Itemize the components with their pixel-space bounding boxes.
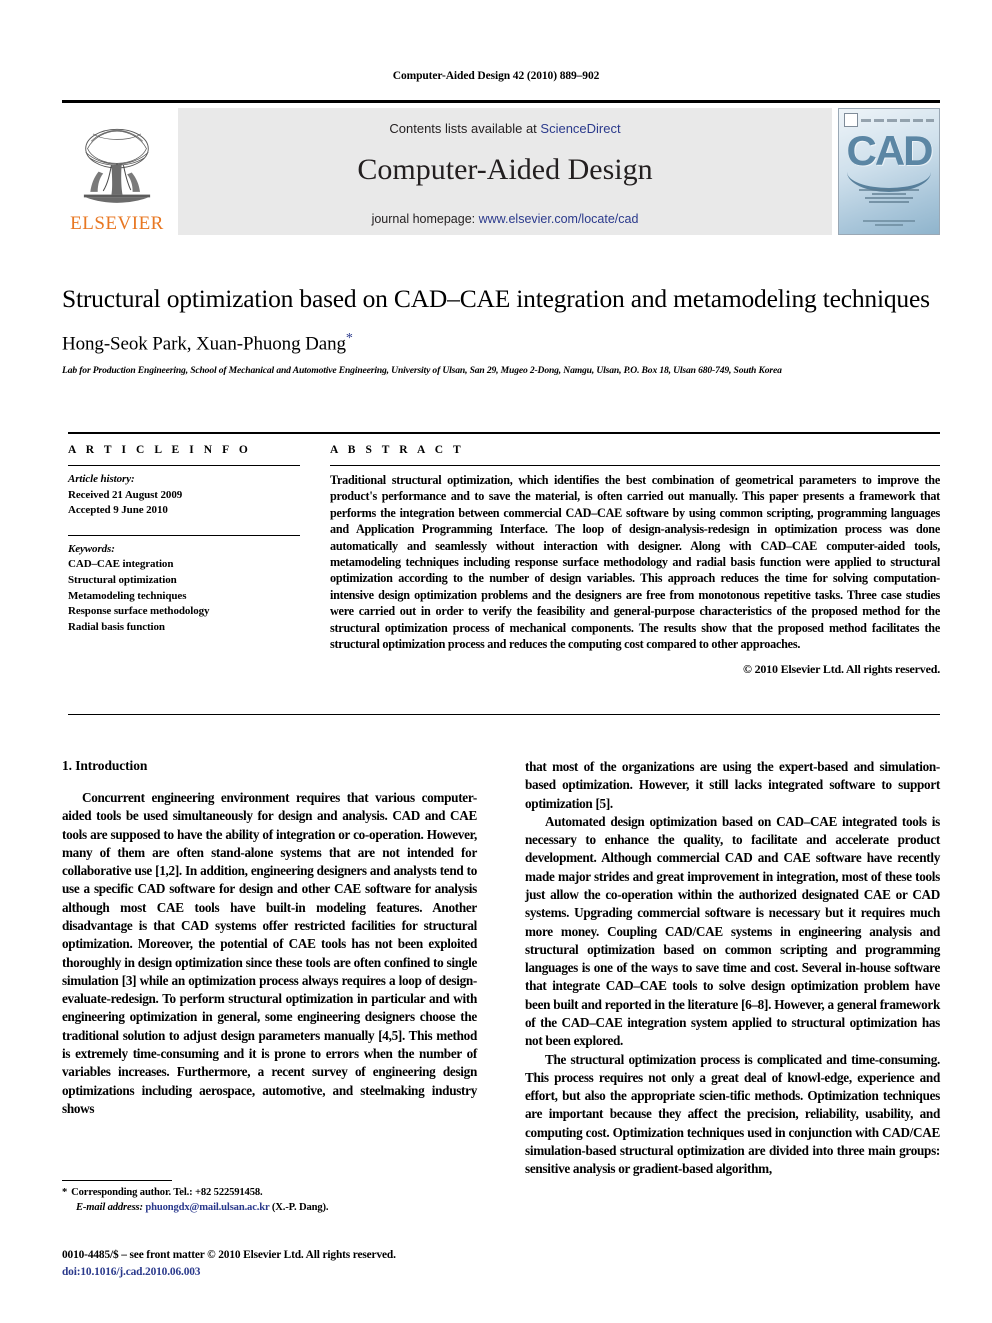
journal-banner: Contents lists available at ScienceDirec… [178,108,832,235]
footnote-email-suffix: (X.-P. Dang). [271,1201,329,1213]
article-history-received: Received 21 August 2009 [68,488,183,501]
abstract-copyright: © 2010 Elsevier Ltd. All rights reserved… [743,662,940,677]
article-info-label: A R T I C L E I N F O [68,444,252,456]
paragraph: that most of the organizations are using… [525,758,940,813]
paragraph: Automated design optimization based on C… [525,813,940,1051]
title-block: Structural optimization based on CAD–CAE… [62,283,940,378]
article-history-accepted: Accepted 9 June 2010 [68,504,168,517]
cover-elsevier-mark-icon [844,113,858,127]
keywords-group: Keywords: CAD–CAE integration Structural… [68,542,300,636]
body-column-left: 1. Introduction Concurrent engineering e… [62,758,477,1178]
contents-prefix: Contents lists available at [389,121,541,136]
footnote-corresponding-line: * Corresponding author. Tel.: +82 5225914… [62,1186,477,1201]
footnote-email-label: E-mail address: [76,1201,143,1213]
info-section-top-rule [68,432,940,434]
abstract-rule [330,465,940,466]
corresponding-author-marker: * [345,330,353,346]
body-columns: 1. Introduction Concurrent engineering e… [62,758,940,1178]
body-column-right: that most of the organizations are using… [525,758,940,1178]
info-abstract-row: A R T I C L E I N F O Article history: R… [68,444,940,677]
author-list: Hong-Seok Park, Xuan-Phuong Dang* [62,331,940,355]
section-heading-introduction: 1. Introduction [62,758,148,773]
affiliation: Lab for Production Engineering, School o… [62,364,782,376]
keyword-item: Response surface methodology [68,605,210,618]
running-head: Computer-Aided Design 42 (2010) 889–902 [392,70,600,82]
homepage-prefix: journal homepage: [371,212,479,226]
page-title: Structural optimization based on CAD–CAE… [62,284,930,313]
doi-link[interactable]: doi:10.1016/j.cad.2010.06.003 [62,1264,522,1281]
author-names: Hong-Seok Park, Xuan-Phuong Dang [62,332,346,354]
article-info-rule [68,465,300,466]
cover-subtitle-lines [839,189,939,205]
elsevier-logo: ELSEVIER [62,108,172,235]
keyword-item: Radial basis function [68,620,165,633]
footnote-rule [62,1180,172,1181]
abstract-label: A B S T R A C T [330,444,465,456]
article-history-group: Article history: Received 21 August 2009… [68,472,300,519]
keyword-item: Metamodeling techniques [68,589,187,602]
footnote-corresponding-text: Corresponding author. Tel.: +82 52259145… [71,1187,263,1198]
paper-page: Computer-Aided Design 42 (2010) 889–902 [0,0,992,1323]
homepage-url-link[interactable]: www.elsevier.com/locate/cad [479,212,639,226]
elsevier-tree-icon [83,128,151,203]
article-info-column: A R T I C L E I N F O Article history: R… [68,444,300,677]
cover-top-bar [844,113,934,127]
cover-footer-lines [839,220,939,228]
abstract-text: Traditional structural optimization, whi… [330,473,940,652]
keywords-label: Keywords: [68,542,115,555]
journal-cover-thumbnail: CAD [838,108,940,235]
imprint-block: 0010-4485/$ – see front matter © 2010 El… [62,1247,522,1280]
elsevier-wordmark: ELSEVIER [70,213,164,234]
paragraph-text: The structural optimization process is c… [525,1051,940,1177]
journal-title: Computer-Aided Design [357,153,653,186]
info-section-bottom-rule [68,714,940,715]
paragraph-text: Automated design optimization based on C… [525,813,940,1049]
abstract-column: A B S T R A C T Traditional structural o… [330,444,940,677]
paragraph: The structural optimization process is c… [525,1051,940,1179]
keyword-item: Structural optimization [68,574,177,587]
paragraph: Concurrent engineering environment requi… [62,789,477,1118]
keywords-rule [68,534,300,536]
footnote-marker: * [62,1187,68,1198]
footnote-block: * Corresponding author. Tel.: +82 5225914… [62,1186,477,1216]
footnote-email-line: E-mail address: phuongdx@mail.ulsan.ac.k… [62,1201,477,1216]
journal-homepage-line: journal homepage: www.elsevier.com/locat… [178,212,832,226]
paragraph-text: Concurrent engineering environment requi… [62,790,477,1116]
footnote-email-link[interactable]: phuongdx@mail.ulsan.ac.kr [145,1202,269,1213]
cover-cad-letters: CAD [846,127,934,174]
sciencedirect-link[interactable]: ScienceDirect [540,121,620,136]
article-history-label: Article history: [68,473,135,485]
journal-masthead: ELSEVIER Contents lists available at Sci… [62,100,940,235]
contents-available-line: Contents lists available at ScienceDirec… [178,121,832,136]
issn-line: 0010-4485/$ – see front matter © 2010 El… [62,1249,396,1261]
keyword-item: CAD–CAE integration [68,558,174,571]
paragraph-text: that most of the organizations are using… [525,759,940,811]
cover-header-text-lines [861,118,934,122]
